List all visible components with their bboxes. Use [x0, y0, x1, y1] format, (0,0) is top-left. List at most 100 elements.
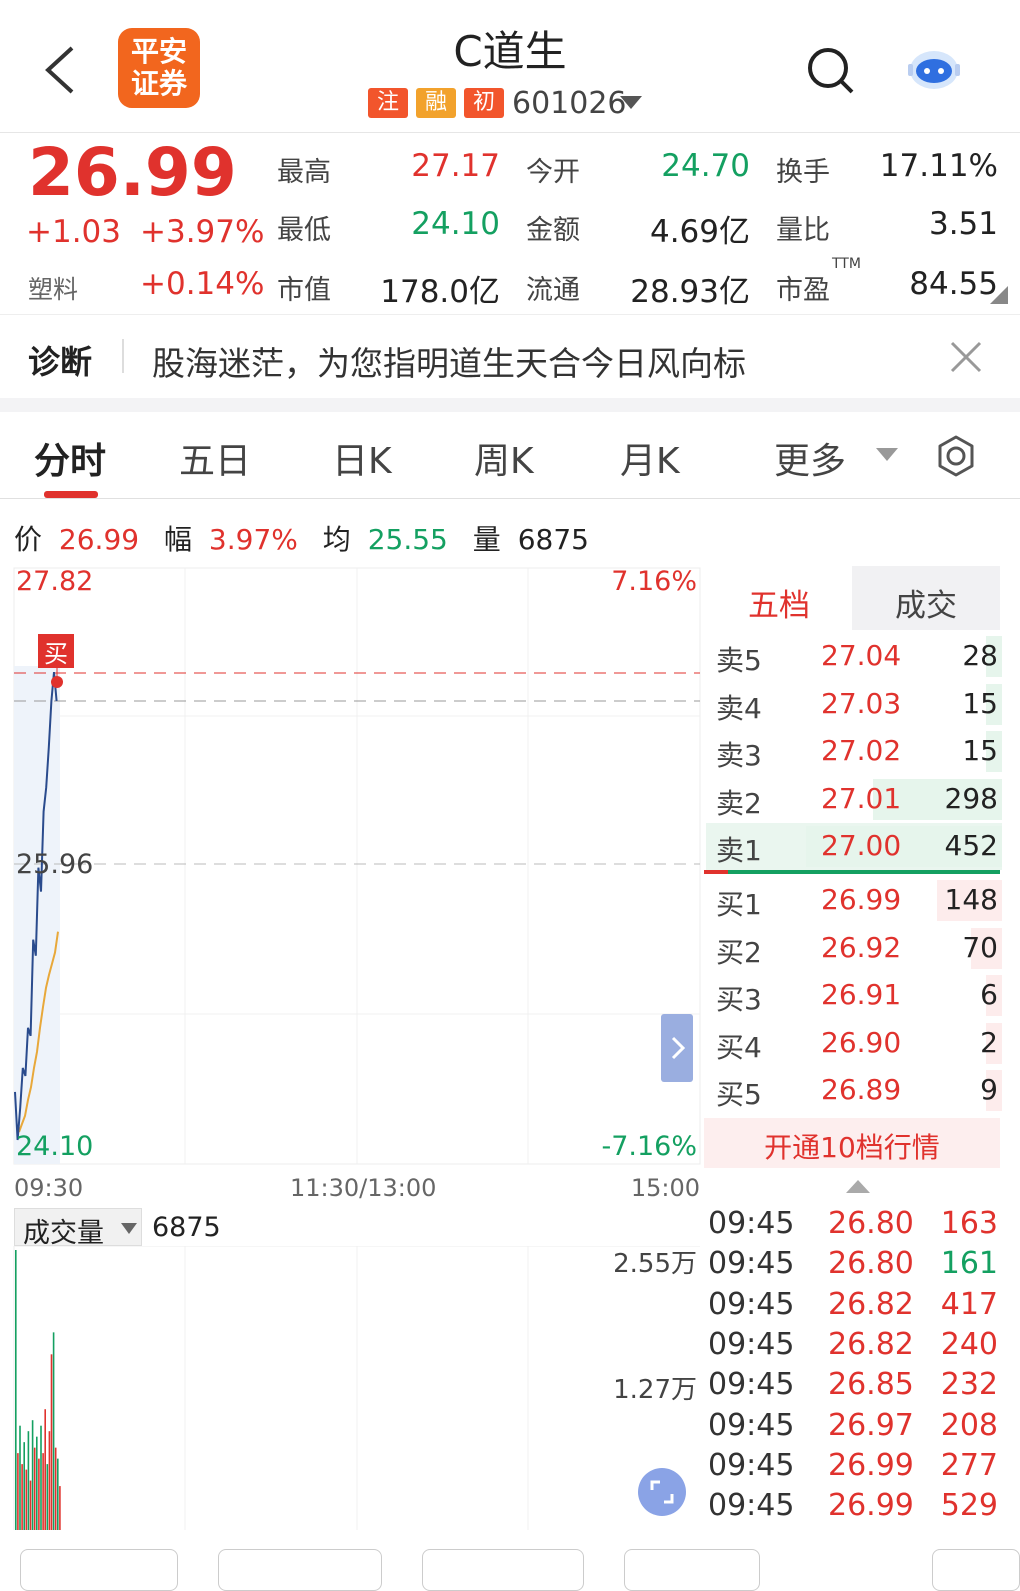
tab-intraday[interactable]: 分时	[34, 432, 106, 484]
tick-price: 26.85	[828, 1367, 914, 1403]
caret-down-icon[interactable]	[620, 96, 642, 110]
bottom-button-1[interactable]	[20, 1549, 178, 1591]
volume-bar	[21, 1464, 23, 1530]
sector-name[interactable]: 塑料	[28, 270, 78, 306]
sell-level-price: 27.03	[821, 686, 902, 720]
volume-bar	[54, 1447, 57, 1530]
open-10-levels-button[interactable]: 开通10档行情	[704, 1118, 1000, 1168]
buy-level-label: 买5	[716, 1078, 762, 1111]
turnover-label: 换手	[776, 157, 830, 188]
tick-time: 09:45	[708, 1286, 795, 1322]
sell-level-2[interactable]: 卖4 27.03 15	[706, 681, 1002, 728]
volume-indicator-label: 成交量	[23, 1218, 104, 1249]
volume-bar	[46, 1464, 49, 1530]
sell-level-1[interactable]: 卖5 27.04 28	[706, 633, 1002, 680]
tab-five-levels-label: 五档	[748, 588, 810, 624]
tick-time: 09:45	[708, 1447, 795, 1483]
buy-level-5[interactable]: 买5 26.89 9	[706, 1067, 1002, 1114]
chevron-left-icon[interactable]	[40, 44, 80, 96]
volume-bar	[59, 1486, 61, 1530]
buy-level-price: 26.89	[821, 1073, 902, 1106]
buy-level-price: 26.92	[821, 930, 902, 964]
tick-price: 26.80	[828, 1246, 914, 1282]
collapse-up-icon[interactable]	[846, 1180, 870, 1194]
vol-y-top: 2.55万	[613, 1249, 697, 1279]
volume-bar	[38, 1458, 40, 1530]
volume-bar	[42, 1453, 44, 1530]
close-icon[interactable]	[950, 341, 982, 373]
volume-chart[interactable]: 2.55万 1.27万	[0, 1246, 704, 1532]
tab-five-levels[interactable]: 五档	[706, 566, 852, 630]
search-icon[interactable]	[806, 46, 856, 96]
tab-five-day[interactable]: 五日	[179, 432, 251, 484]
sell-level-qty: 298	[944, 781, 998, 815]
sell-level-label: 卖3	[716, 739, 762, 772]
tab-monthly-k[interactable]: 月K	[620, 432, 680, 484]
sell-level-label: 卖1	[716, 834, 762, 867]
sell-level-label: 卖2	[716, 786, 762, 820]
stock-code[interactable]: 601026	[512, 86, 627, 121]
bottom-button-2[interactable]	[218, 1549, 382, 1591]
sell-level-qty: 28	[962, 639, 998, 672]
buy-badge-text: 买	[44, 640, 68, 668]
buy-level-4[interactable]: 买4 26.90 2	[706, 1020, 1002, 1067]
bottom-button-5[interactable]	[932, 1549, 1020, 1591]
diagnosis-banner[interactable]: 诊断 股海迷茫，为您指明道生天合今日风向标	[0, 314, 1020, 399]
robot-icon[interactable]	[906, 44, 962, 92]
sell-level-3[interactable]: 卖3 27.02 15	[706, 728, 1002, 775]
volume-bar	[36, 1436, 38, 1530]
corner-expand-icon[interactable]	[990, 286, 1008, 304]
bottom-button-3[interactable]	[422, 1549, 584, 1591]
current-price: 26.99	[28, 134, 237, 211]
volume-indicator-select[interactable]: 成交量	[14, 1208, 142, 1249]
vol-y-mid: 1.27万	[613, 1375, 697, 1405]
buy-level-qty: 9	[980, 1073, 998, 1106]
y-mid-label: 25.96	[16, 849, 93, 880]
sell-level-5[interactable]: 卖1 27.00 452	[706, 823, 1002, 870]
chevron-down-icon[interactable]	[876, 448, 898, 462]
buy-level-3[interactable]: 买3 26.91 6	[706, 972, 1002, 1019]
pe-value: 84.55	[909, 266, 998, 302]
volume-bar	[31, 1420, 34, 1530]
tick-time: 09:45	[708, 1407, 795, 1443]
tab-trades[interactable]: 成交	[852, 566, 1000, 630]
sell-level-price: 27.04	[821, 639, 902, 672]
intraday-price-chart[interactable]: 买 27.82 25.96 24.10 7.16% -7.16%	[0, 566, 704, 1166]
volume-bar	[29, 1480, 32, 1530]
buy-level-price: 26.91	[821, 978, 902, 1011]
volume-bar	[25, 1469, 28, 1530]
fullscreen-button[interactable]	[638, 1468, 686, 1516]
float-label: 流通	[526, 275, 580, 306]
buy-level-price: 26.90	[821, 1025, 902, 1059]
buy-level-qty: 2	[980, 1025, 998, 1059]
section-separator	[0, 398, 1020, 412]
tab-weekly-k[interactable]: 周K	[474, 432, 534, 484]
chart-info-row: 价 26.99 幅 3.97% 均 25.55 量 6875	[14, 518, 589, 558]
tick-qty: 529	[940, 1488, 998, 1524]
tab-daily-k[interactable]: 日K	[332, 432, 392, 484]
sell-level-4[interactable]: 卖2 27.01 298	[706, 776, 1002, 823]
badge-registration: 注	[368, 88, 408, 118]
buy-level-2[interactable]: 买2 26.92 70	[706, 925, 1002, 972]
sell-level-qty: 15	[962, 734, 998, 767]
tick-time: 09:45	[708, 1326, 795, 1362]
buy-level-1[interactable]: 买1 26.99 148	[706, 877, 1002, 924]
gear-icon[interactable]	[934, 434, 978, 478]
expand-panel-button[interactable]	[661, 1014, 693, 1082]
info-amp: 3.97%	[208, 523, 298, 556]
x-tick-start: 09:30	[14, 1174, 84, 1202]
info-vol-label: 量	[472, 523, 501, 556]
high-value: 27.17	[411, 148, 500, 184]
sell-level-price: 27.02	[821, 734, 902, 767]
tick-price: 26.82	[828, 1286, 914, 1322]
volume-bar	[33, 1447, 36, 1530]
chevron-right-icon	[671, 1036, 686, 1060]
bottom-button-4[interactable]	[624, 1549, 760, 1591]
amount-value: 4.69亿	[649, 214, 750, 250]
sector-change: +0.14%	[140, 266, 265, 302]
tab-more[interactable]: 更多	[774, 432, 846, 484]
x-tick-end: 15:00	[630, 1174, 700, 1202]
low-value: 24.10	[411, 206, 500, 242]
buy-level-label: 买4	[716, 1030, 762, 1064]
tick-qty: 240	[940, 1326, 998, 1362]
